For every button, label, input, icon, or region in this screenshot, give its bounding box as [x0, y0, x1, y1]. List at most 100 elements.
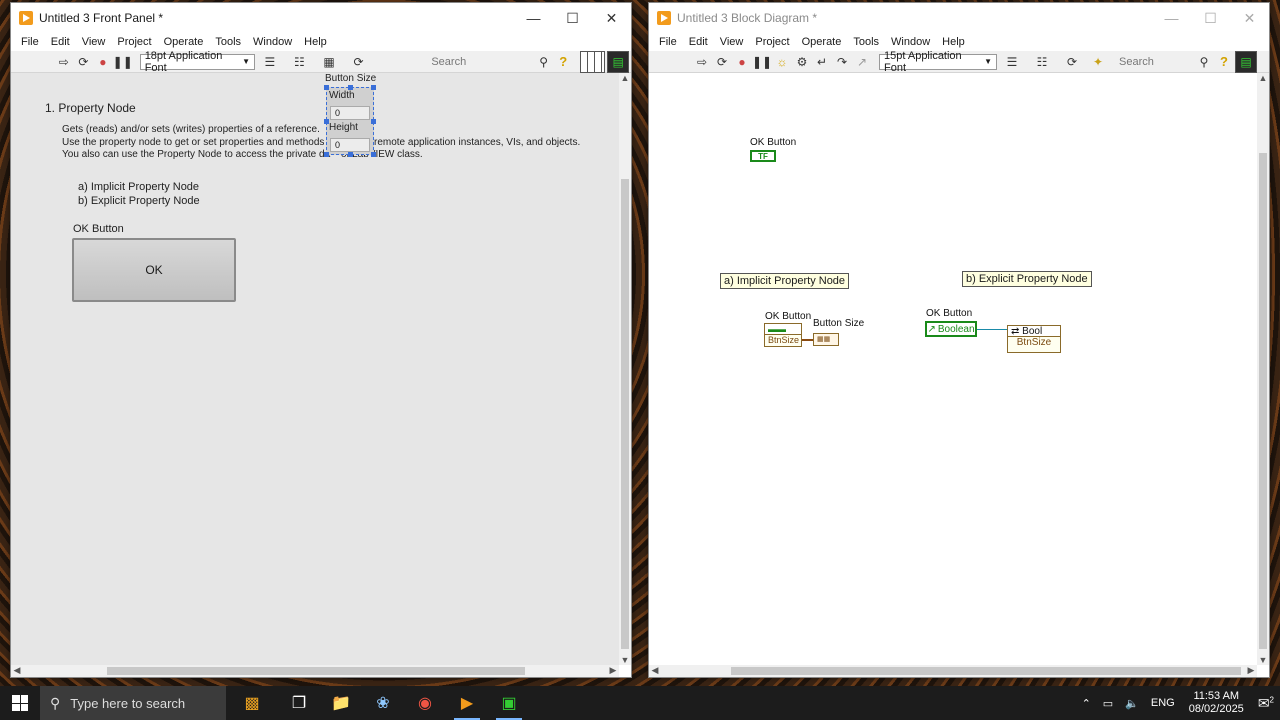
menu-project[interactable]: Project	[749, 36, 795, 48]
explicit-property-btnsize[interactable]: BtnSize	[1008, 337, 1060, 348]
resize-objects-icon[interactable]: ▦	[320, 53, 338, 71]
taskbar-widget-icon[interactable]: ▩	[226, 686, 278, 720]
menu-view[interactable]: View	[714, 36, 750, 48]
volume-icon[interactable]: 🔈	[1125, 697, 1139, 710]
scroll-up-icon[interactable]: ▲	[619, 73, 631, 83]
search-input[interactable]: Search	[427, 54, 535, 70]
scroll-right-icon[interactable]: ▶	[607, 665, 619, 676]
labview-vi-taskbar-icon[interactable]: ▣	[488, 686, 530, 720]
front-panel-vscroll[interactable]: ▲ ▼	[619, 73, 631, 665]
menu-operate[interactable]: Operate	[796, 36, 848, 48]
implicit-property-node[interactable]: ▬▬ BtnSize	[764, 323, 802, 347]
file-explorer-icon[interactable]: 📁	[320, 686, 362, 720]
run-arrow-icon[interactable]: ⇨	[693, 53, 711, 71]
menu-edit[interactable]: Edit	[45, 36, 76, 48]
ok-button[interactable]: OK	[72, 238, 236, 302]
chrome-icon[interactable]: ◉	[404, 686, 446, 720]
step-over-icon[interactable]: ↷	[833, 53, 851, 71]
run-arrow-icon[interactable]: ⇨	[55, 53, 73, 71]
hscroll-thumb[interactable]	[731, 667, 1241, 675]
minimize-button[interactable]: —	[514, 3, 553, 33]
scroll-right-icon[interactable]: ▶	[1245, 665, 1257, 676]
width-field[interactable]: 0	[330, 106, 370, 120]
run-continuously-icon[interactable]: ⟳	[713, 53, 731, 71]
reorder-icon[interactable]: ⟳	[350, 53, 368, 71]
run-continuously-icon[interactable]: ⟳	[75, 53, 93, 71]
menu-project[interactable]: Project	[111, 36, 157, 48]
help-icon[interactable]: ?	[1215, 53, 1233, 71]
align-objects-icon[interactable]: ☰	[1003, 53, 1021, 71]
clock[interactable]: 11:53 AM 08/02/2025	[1189, 690, 1244, 716]
align-objects-icon[interactable]: ☰	[261, 53, 279, 71]
minimize-button[interactable]: —	[1152, 3, 1191, 33]
vscroll-thumb[interactable]	[1259, 153, 1267, 649]
resize-handle[interactable]	[348, 85, 353, 90]
pause-icon[interactable]: ❚❚	[113, 53, 133, 71]
abort-icon[interactable]: ●	[94, 53, 112, 71]
button-size-cluster[interactable]: Width 0 Height 0	[324, 85, 376, 157]
block-diagram-hscroll[interactable]: ◀ ▶	[649, 665, 1257, 677]
block-diagram-canvas[interactable]: OK Button TF a) Implicit Property Node b…	[649, 73, 1257, 665]
resize-handle[interactable]	[324, 119, 329, 124]
resize-handle[interactable]	[371, 152, 376, 157]
connector-pane-icon[interactable]	[580, 50, 606, 73]
menu-window[interactable]: Window	[885, 36, 936, 48]
clean-up-diagram-icon[interactable]: ✦	[1089, 53, 1107, 71]
step-out-icon[interactable]: ↗	[853, 53, 871, 71]
start-button[interactable]	[0, 686, 40, 720]
explicit-property-node[interactable]: ⇄ Bool BtnSize	[1007, 325, 1061, 353]
menu-view[interactable]: View	[76, 36, 112, 48]
vscroll-thumb[interactable]	[621, 179, 629, 649]
font-select[interactable]: 15pt Application Font ▼	[879, 50, 997, 74]
menu-file[interactable]: File	[653, 36, 683, 48]
menu-operate[interactable]: Operate	[158, 36, 210, 48]
front-panel-canvas[interactable]: 1. Property Node Gets (reads) and/or set…	[11, 73, 619, 665]
resize-handle[interactable]	[324, 85, 329, 90]
battery-icon[interactable]: ▭	[1103, 697, 1113, 710]
maximize-button[interactable]: ☐	[553, 3, 592, 33]
block-diagram-titlebar[interactable]: Untitled 3 Block Diagram * — ☐ ✕	[649, 3, 1269, 33]
close-button[interactable]: ✕	[592, 3, 631, 33]
scroll-left-icon[interactable]: ◀	[11, 665, 23, 676]
search-icon[interactable]: ⚲	[1195, 53, 1213, 71]
scroll-down-icon[interactable]: ▼	[1257, 655, 1269, 665]
maximize-button[interactable]: ☐	[1191, 3, 1230, 33]
taskbar-search[interactable]: ⚲ Type here to search	[40, 686, 226, 720]
reference-wire[interactable]	[977, 329, 1007, 330]
ok-button-reference[interactable]: ↗ Boolean	[925, 321, 977, 337]
search-input[interactable]: Search	[1115, 54, 1195, 70]
labview-taskbar-icon[interactable]: ▶	[446, 686, 488, 720]
task-view-icon[interactable]: ❐	[278, 686, 320, 720]
resize-handle[interactable]	[348, 152, 353, 157]
menu-window[interactable]: Window	[247, 36, 298, 48]
notification-icon[interactable]: ✉2	[1258, 695, 1274, 712]
scroll-left-icon[interactable]: ◀	[649, 665, 661, 676]
ok-button-terminal[interactable]: TF	[750, 150, 776, 162]
search-icon[interactable]: ⚲	[535, 53, 553, 71]
implicit-property-btnsize[interactable]: BtnSize	[765, 335, 801, 346]
explicit-free-label[interactable]: b) Explicit Property Node	[962, 271, 1092, 287]
language-indicator[interactable]: ENG	[1151, 697, 1175, 709]
implicit-free-label[interactable]: a) Implicit Property Node	[720, 273, 850, 289]
menu-tools[interactable]: Tools	[209, 36, 247, 48]
step-into-icon[interactable]: ↵	[813, 53, 831, 71]
block-diagram-vscroll[interactable]: ▲ ▼	[1257, 73, 1269, 665]
front-panel-hscroll[interactable]: ◀ ▶	[11, 665, 619, 677]
hscroll-thumb[interactable]	[107, 667, 525, 675]
vi-icon[interactable]: ▤	[1235, 50, 1257, 73]
retain-wire-values-icon[interactable]: ⚙	[793, 53, 811, 71]
help-icon[interactable]: ?	[554, 53, 572, 71]
front-panel-titlebar[interactable]: Untitled 3 Front Panel * — ☐ ✕	[11, 3, 631, 33]
close-button[interactable]: ✕	[1230, 3, 1269, 33]
paint-icon[interactable]: ❀	[362, 686, 404, 720]
chevron-up-icon[interactable]: ⌃	[1082, 697, 1091, 710]
button-size-indicator[interactable]: ▦▦	[813, 333, 839, 346]
menu-tools[interactable]: Tools	[847, 36, 885, 48]
reorder-icon[interactable]: ⟳	[1063, 53, 1081, 71]
font-select[interactable]: 18pt Application Font ▼	[139, 50, 256, 74]
resize-handle[interactable]	[324, 152, 329, 157]
menu-help[interactable]: Help	[298, 36, 333, 48]
vi-icon[interactable]: ▤	[607, 50, 629, 73]
menu-edit[interactable]: Edit	[683, 36, 714, 48]
abort-icon[interactable]: ●	[733, 53, 751, 71]
